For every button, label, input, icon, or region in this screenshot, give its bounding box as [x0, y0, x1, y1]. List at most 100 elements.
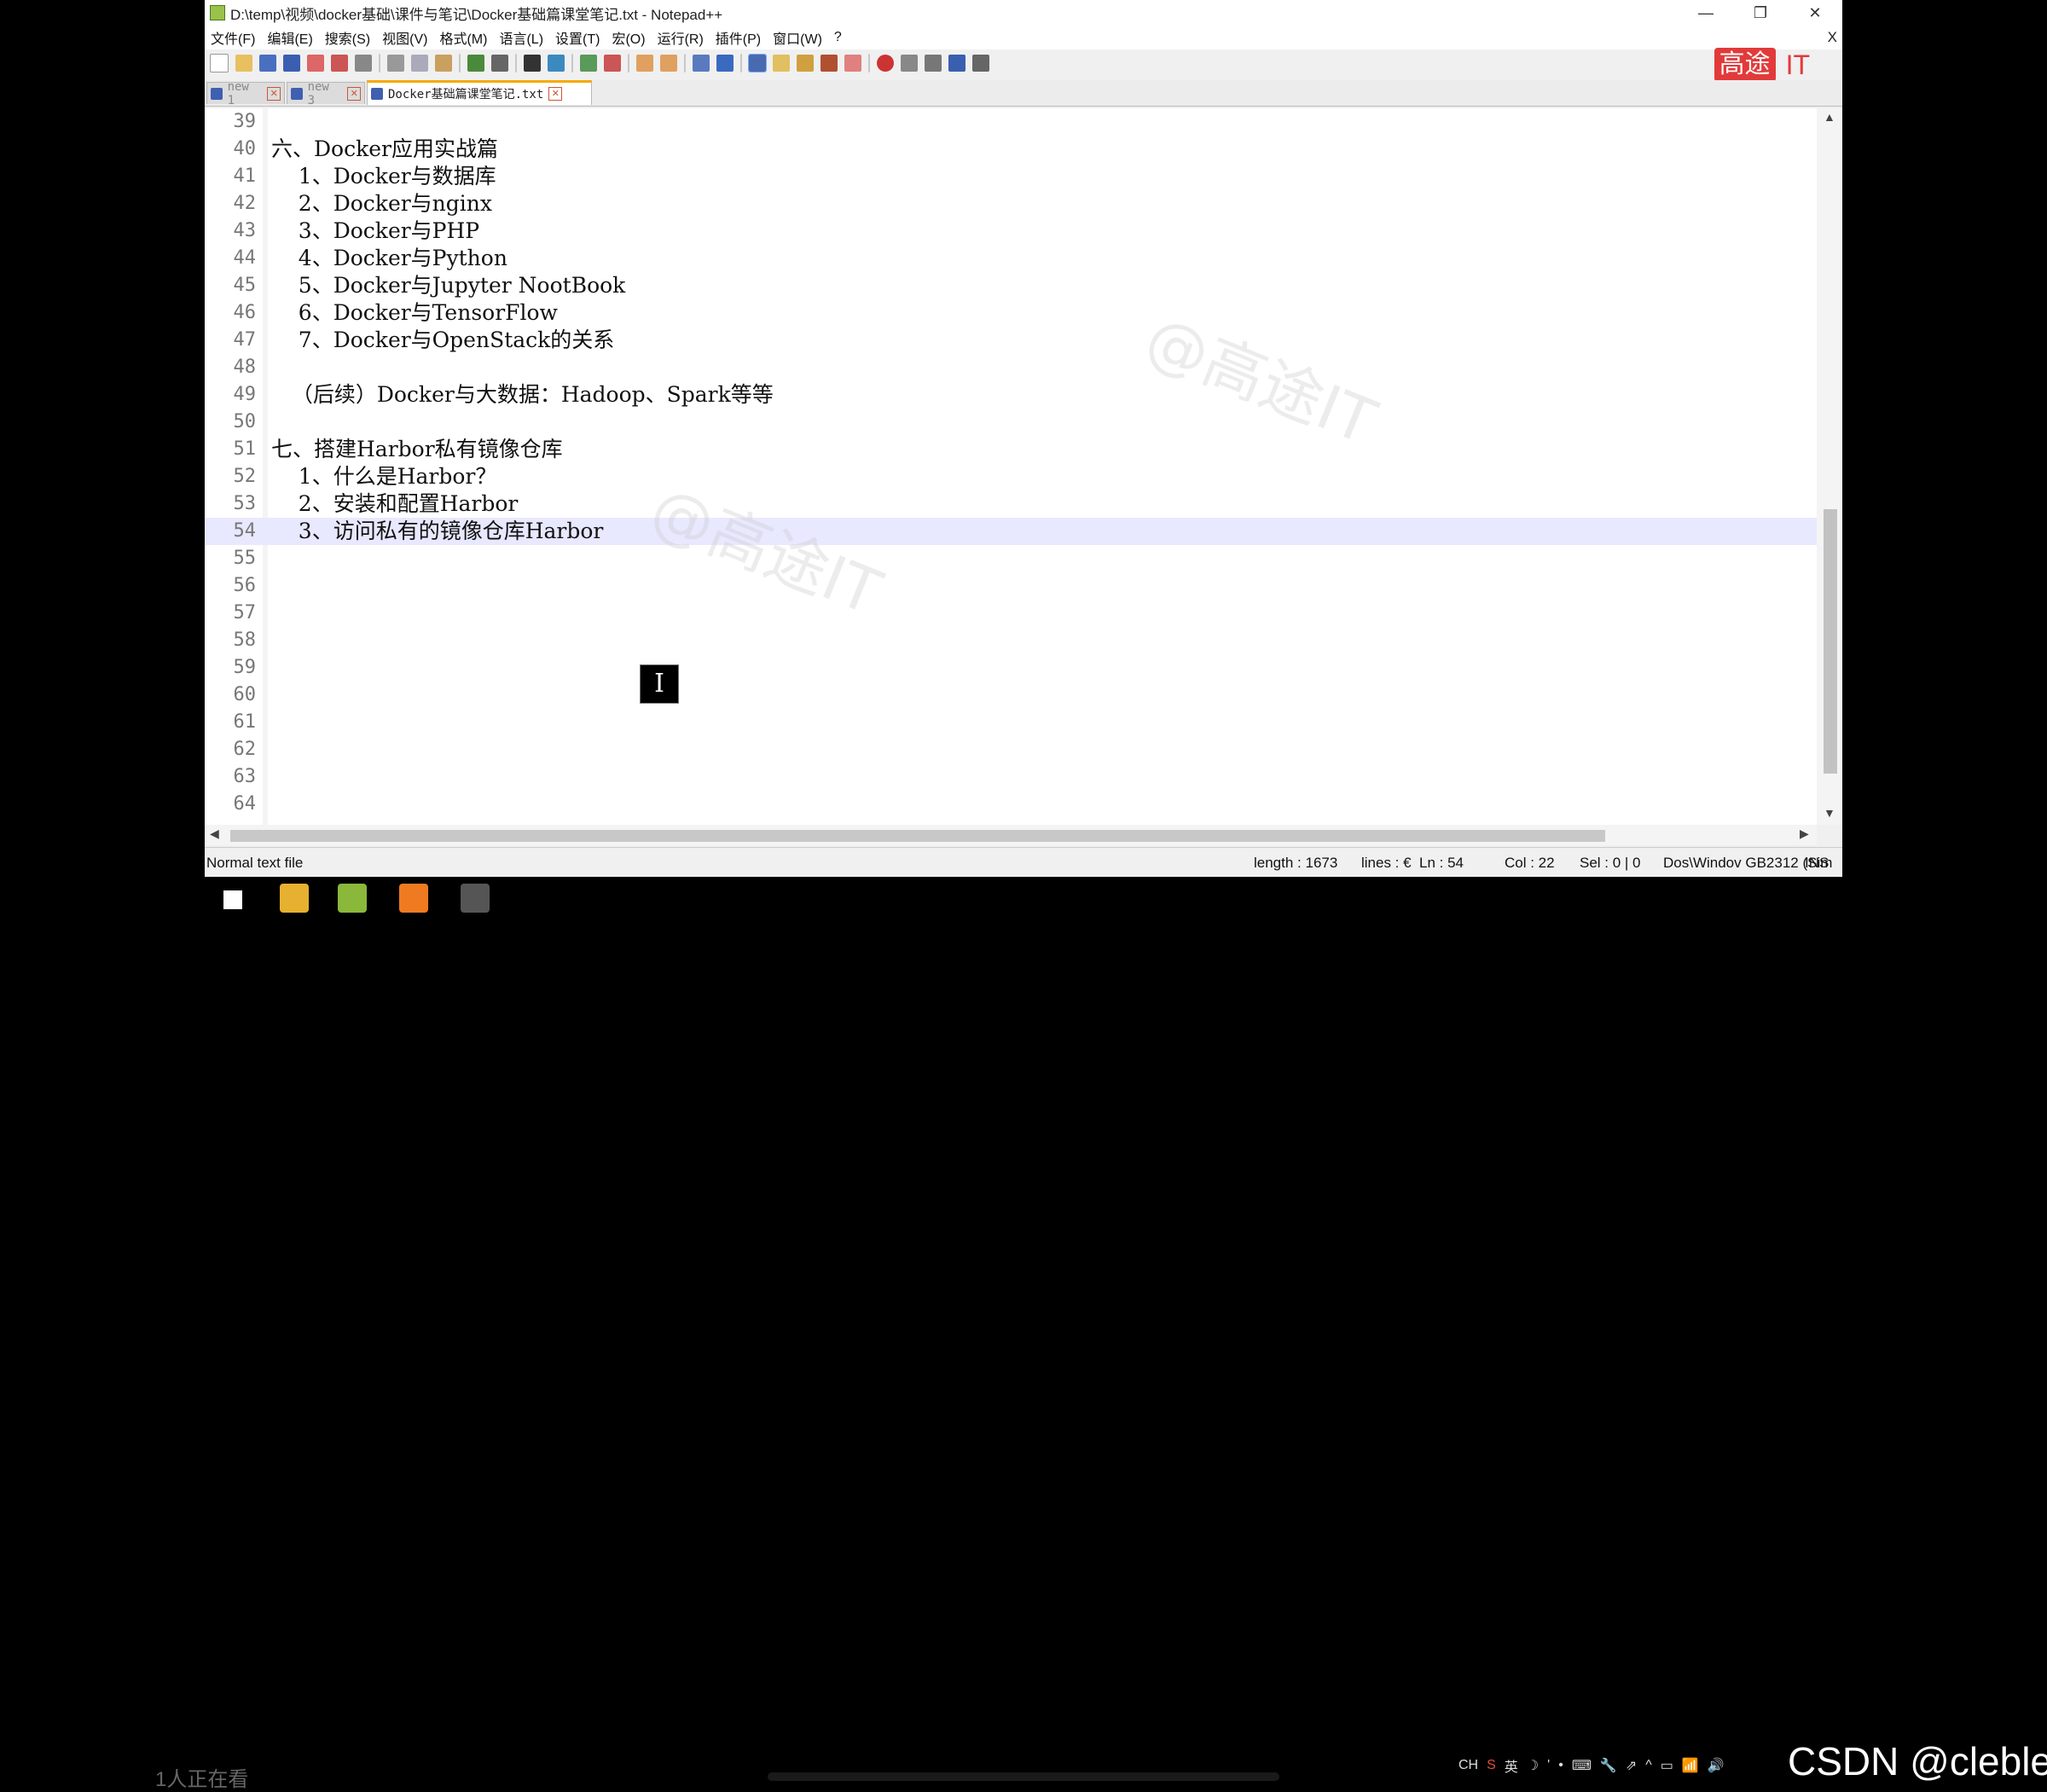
sogou-ime-icon[interactable]: S: [1487, 1758, 1496, 1773]
editor-line[interactable]: 39: [205, 108, 1817, 136]
menu-plugins[interactable]: 插件(P): [710, 27, 767, 48]
editor-line[interactable]: 51 七、搭建Harbor私有镜像仓库: [205, 436, 1817, 463]
horizontal-scroll-thumb[interactable]: [230, 830, 1605, 842]
menu-file[interactable]: 文件(F): [205, 27, 261, 48]
editor-line[interactable]: 42 2、Docker与nginx: [205, 190, 1817, 217]
editor-line[interactable]: 55: [205, 545, 1817, 572]
paste-icon[interactable]: [435, 55, 452, 72]
tab-close-icon[interactable]: ✕: [347, 86, 361, 101]
tab-new-1[interactable]: new 1 ✕: [206, 80, 285, 107]
editor-line[interactable]: 46 6、Docker与TensorFlow: [205, 299, 1817, 327]
save-macro-icon[interactable]: [972, 55, 989, 72]
editor-line[interactable]: 63: [205, 763, 1817, 791]
folder-workspace-icon[interactable]: [821, 55, 838, 72]
text-editor[interactable]: 39 40 六、Docker应用实战篇 41 1、Docker与数据库 42 2、Doc…: [205, 108, 1842, 825]
file-explorer-icon[interactable]: [280, 884, 309, 913]
menu-edit[interactable]: 编辑(E): [261, 27, 318, 48]
editor-line[interactable]: 43 3、Docker与PHP: [205, 217, 1817, 245]
app-taskbar-icon[interactable]: [399, 884, 428, 913]
sync-vertical-icon[interactable]: [636, 55, 653, 72]
close-button[interactable]: ✕: [1788, 0, 1842, 26]
replace-icon[interactable]: [548, 55, 565, 72]
scroll-left-icon[interactable]: ◀: [210, 826, 219, 841]
tool-taskbar-icon[interactable]: [461, 884, 490, 913]
share-icon[interactable]: ⇗: [1626, 1757, 1637, 1774]
zoom-out-icon[interactable]: [604, 55, 621, 72]
tab-new-3[interactable]: new 3 ✕: [287, 80, 365, 107]
close-all-icon[interactable]: [331, 55, 348, 72]
open-file-icon[interactable]: [235, 55, 252, 72]
editor-line[interactable]: 64: [205, 791, 1817, 818]
print-icon[interactable]: [355, 55, 372, 72]
monitoring-icon[interactable]: [844, 55, 861, 72]
menu-search[interactable]: 搜索(S): [319, 27, 376, 48]
ime-mode-indicator[interactable]: 英: [1505, 1755, 1518, 1776]
menu-macro[interactable]: 宏(O): [606, 27, 651, 48]
wrench-icon[interactable]: 🔧: [1600, 1757, 1617, 1774]
wifi-icon[interactable]: 📶: [1682, 1757, 1699, 1774]
record-macro-icon[interactable]: [877, 55, 894, 72]
run-macro-multiple-icon[interactable]: [948, 55, 966, 72]
save-all-icon[interactable]: [283, 55, 300, 72]
menu-run[interactable]: 运行(R): [652, 27, 710, 48]
find-icon[interactable]: [524, 55, 541, 72]
sync-horizontal-icon[interactable]: [660, 55, 677, 72]
windows-start-icon[interactable]: [223, 890, 242, 909]
save-icon[interactable]: [259, 55, 276, 72]
tab-docker-notes[interactable]: Docker基础篇课堂笔记.txt ✕: [367, 80, 592, 105]
editor-line[interactable]: 58: [205, 627, 1817, 654]
restore-button[interactable]: ❐: [1733, 0, 1788, 26]
scroll-up-icon[interactable]: ▲: [1824, 110, 1835, 124]
editor-line[interactable]: 61: [205, 709, 1817, 736]
editor-line[interactable]: 54 3、访问私有的镜像仓库Harbor: [205, 518, 1817, 545]
new-file-icon[interactable]: [210, 54, 229, 72]
copy-icon[interactable]: [411, 55, 428, 72]
editor-line[interactable]: 41 1、Docker与数据库: [205, 163, 1817, 190]
editor-line[interactable]: 62: [205, 736, 1817, 763]
editor-line[interactable]: 53 2、安装和配置Harbor: [205, 490, 1817, 518]
horizontal-scrollbar[interactable]: ◀ ▶: [205, 825, 1817, 845]
editor-line[interactable]: 44 4、Docker与Python: [205, 245, 1817, 272]
editor-line[interactable]: 56: [205, 572, 1817, 600]
vertical-scroll-thumb[interactable]: [1824, 509, 1837, 774]
scroll-down-icon[interactable]: ▼: [1824, 806, 1835, 820]
ime-ch-indicator[interactable]: CH: [1458, 1758, 1478, 1773]
play-macro-icon[interactable]: [925, 55, 942, 72]
minimize-button[interactable]: —: [1679, 0, 1733, 26]
editor-line[interactable]: 45 5、Docker与Jupyter NootBook: [205, 272, 1817, 299]
editor-line[interactable]: 59: [205, 654, 1817, 681]
editor-line[interactable]: 47 7、Docker与OpenStack的关系: [205, 327, 1817, 354]
doc-map-icon[interactable]: [773, 55, 790, 72]
show-all-chars-icon[interactable]: [716, 55, 734, 72]
close-icon[interactable]: [307, 55, 324, 72]
punctuation-icon[interactable]: ': [1547, 1758, 1550, 1773]
menu-format[interactable]: 格式(M): [433, 27, 493, 48]
editor-line[interactable]: 50: [205, 409, 1817, 436]
editor-line[interactable]: 49 （后续）Docker与大数据：Hadoop、Spark等等: [205, 381, 1817, 409]
menu-language[interactable]: 语言(L): [493, 27, 549, 48]
close-document-button[interactable]: X: [1828, 29, 1837, 46]
zoom-in-icon[interactable]: [580, 55, 597, 72]
notepadpp-taskbar-icon[interactable]: [338, 884, 367, 913]
dot-icon[interactable]: •: [1558, 1758, 1563, 1773]
editor-line[interactable]: 57: [205, 600, 1817, 627]
editor-line[interactable]: 52 1、什么是Harbor？: [205, 463, 1817, 490]
editor-line[interactable]: 48: [205, 354, 1817, 381]
redo-icon[interactable]: [491, 55, 508, 72]
volume-icon[interactable]: 🔊: [1708, 1757, 1725, 1774]
undo-icon[interactable]: [467, 55, 484, 72]
menu-window[interactable]: 窗口(W): [767, 27, 828, 48]
menu-settings[interactable]: 设置(T): [549, 27, 606, 48]
menu-view[interactable]: 视图(V): [376, 27, 433, 48]
cut-icon[interactable]: [387, 55, 404, 72]
scroll-right-icon[interactable]: ▶: [1800, 826, 1809, 841]
editor-line[interactable]: 60: [205, 681, 1817, 709]
battery-icon[interactable]: ▭: [1661, 1757, 1673, 1774]
tab-close-icon[interactable]: ✕: [267, 86, 281, 101]
tab-close-icon[interactable]: ✕: [548, 87, 563, 101]
vertical-scrollbar[interactable]: ▲ ▼: [1817, 108, 1842, 825]
editor-line[interactable]: 40 六、Docker应用实战篇: [205, 136, 1817, 163]
keyboard-icon[interactable]: ⌨: [1572, 1757, 1592, 1774]
tray-expand-icon[interactable]: ^: [1645, 1758, 1652, 1773]
word-wrap-icon[interactable]: [693, 55, 710, 72]
